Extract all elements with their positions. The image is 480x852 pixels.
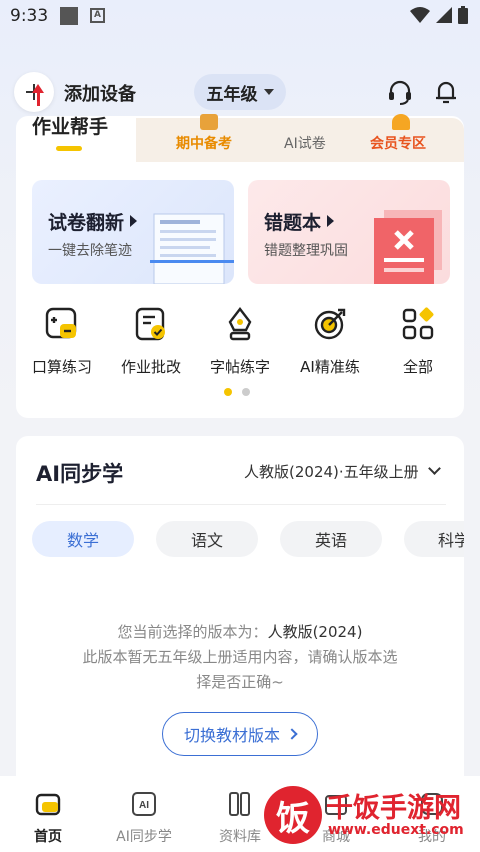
tool-label: 字帖练字 xyxy=(209,358,270,376)
mistake-book-card[interactable]: 错题本 错题整理巩固 xyxy=(248,180,450,284)
wifi-icon xyxy=(410,7,430,23)
pen-nib-icon xyxy=(228,307,252,341)
paper-refresh-subtitle: 一键去除笔迹 xyxy=(48,243,132,259)
bell-icon[interactable] xyxy=(432,78,460,106)
version-message-line2: 此版本暂无五年级上册适用内容，请确认版本选 xyxy=(82,648,398,666)
mistake-book-subtitle: 错题整理巩固 xyxy=(264,243,348,259)
subject-tab-chinese[interactable]: 语文 xyxy=(156,521,258,557)
divider xyxy=(36,504,446,505)
ai-book-icon: AI xyxy=(132,792,156,816)
tab-homework-helper[interactable]: 作业帮手 xyxy=(32,112,108,139)
paper-refresh-title: 试卷翻新 xyxy=(48,208,138,235)
tool-label: AI精准练 xyxy=(300,358,360,376)
page-dot xyxy=(242,388,250,396)
signal-icon xyxy=(436,7,452,23)
watermark-title: 千饭手游网 xyxy=(326,793,461,824)
switch-textbook-label: 切换教材版本 xyxy=(183,726,280,745)
subject-tab-science[interactable]: 科学 xyxy=(404,521,464,557)
watermark-url: www.eduext.com xyxy=(328,822,464,838)
paper-refresh-card[interactable]: 试卷翻新 一键去除笔迹 xyxy=(32,180,234,284)
add-device-label[interactable]: 添加设备 xyxy=(64,80,136,106)
app-notification-icon: A xyxy=(90,8,105,23)
tool-label: 全部 xyxy=(402,358,433,376)
tab-vip-zone[interactable]: 会员专区 xyxy=(370,133,426,153)
subject-tab-math[interactable]: 数学 xyxy=(32,521,134,557)
tool-label: 口算练习 xyxy=(31,358,92,376)
test-paper-illustration xyxy=(150,213,234,284)
vip-badge-icon xyxy=(392,114,410,130)
arrow-right-icon xyxy=(327,215,335,227)
mistake-book-title: 错题本 xyxy=(264,208,335,235)
home-icon xyxy=(35,793,61,816)
tool-ai-precise-practice[interactable]: AI精准练 xyxy=(290,306,370,377)
target-icon xyxy=(314,308,346,340)
top-header: 添加设备 五年级 xyxy=(0,70,480,114)
version-message-line3: 择是否正确~ xyxy=(196,673,284,691)
nav-home[interactable]: 首页 xyxy=(8,790,88,846)
watermark-logo: 饭 xyxy=(264,786,322,844)
battery-icon xyxy=(458,6,468,24)
site-watermark: 饭 千饭手游网 www.eduext.com xyxy=(264,782,474,848)
tab-midterm-prep[interactable]: 期中备考 xyxy=(176,133,232,153)
page-dot-active xyxy=(224,388,232,396)
oral-arithmetic-icon xyxy=(45,307,77,339)
page-indicator xyxy=(224,388,250,396)
grade-label: 五年级 xyxy=(206,84,258,105)
library-icon xyxy=(229,792,250,816)
nav-label: AI同步学 xyxy=(116,829,172,845)
headset-icon[interactable] xyxy=(386,78,414,106)
tab-active-indicator xyxy=(56,146,82,151)
caret-down-icon xyxy=(263,89,274,95)
arrow-right-icon xyxy=(130,215,138,227)
tool-all[interactable]: 全部 xyxy=(378,306,458,377)
tab-ai-paper[interactable]: AI试卷 xyxy=(284,133,326,153)
book-badge-icon xyxy=(200,114,218,130)
homework-correction-icon xyxy=(135,307,165,341)
nav-label: 首页 xyxy=(34,829,62,845)
tool-label: 作业批改 xyxy=(120,358,181,376)
notification-icon xyxy=(60,7,78,25)
tool-calligraphy[interactable]: 字帖练字 xyxy=(200,306,280,377)
grid-icon xyxy=(402,307,434,340)
annotation-arrow xyxy=(32,84,44,106)
textbook-version-selector[interactable]: 人教版(2024)·五年级上册 xyxy=(244,461,419,482)
version-message-line1: 您当前选择的版本为：人教版(2024) xyxy=(117,623,363,641)
status-time: 9:33 xyxy=(10,6,49,26)
mistake-book-illustration xyxy=(374,210,442,284)
chevron-right-icon xyxy=(286,728,298,740)
tool-homework-correction[interactable]: 作业批改 xyxy=(111,306,191,377)
status-bar: 9:33 A xyxy=(0,0,480,34)
ai-sync-title: AI同步学 xyxy=(36,462,124,486)
svg-text:AI: AI xyxy=(139,800,149,811)
subject-tab-english[interactable]: 英语 xyxy=(280,521,382,557)
grade-selector[interactable]: 五年级 xyxy=(194,74,286,110)
nav-ai-sync[interactable]: AI AI同步学 xyxy=(104,790,184,846)
tool-oral-arithmetic[interactable]: 口算练习 xyxy=(22,306,102,377)
switch-textbook-button[interactable]: 切换教材版本 xyxy=(162,712,318,756)
